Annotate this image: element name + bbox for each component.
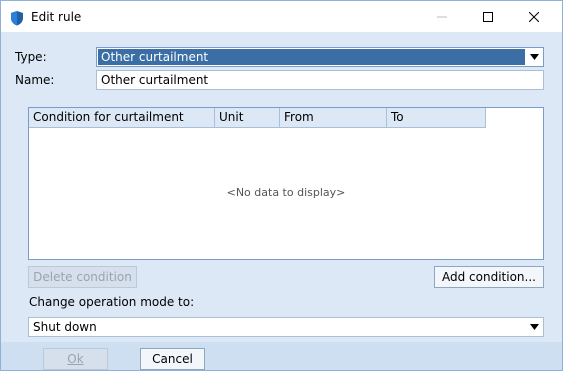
column-header-condition[interactable]: Condition for curtailment	[29, 108, 215, 127]
delete-condition-button[interactable]: Delete condition	[28, 266, 137, 288]
edit-rule-dialog: Edit rule Type: Other curtailment Name:	[0, 0, 563, 371]
chevron-down-icon	[530, 324, 539, 330]
close-button[interactable]	[511, 1, 557, 32]
conditions-grid[interactable]: Condition for curtailment Unit From To <…	[28, 107, 544, 260]
grid-header: Condition for curtailment Unit From To	[29, 108, 486, 128]
ok-button[interactable]: Ok	[43, 348, 108, 370]
window-title: Edit rule	[31, 10, 82, 24]
cancel-button[interactable]: Cancel	[140, 348, 205, 370]
maximize-icon	[483, 11, 493, 22]
app-icon	[9, 10, 25, 26]
chevron-down-icon	[530, 54, 539, 60]
operation-mode-dropdown-button[interactable]	[527, 319, 542, 335]
name-label: Name:	[15, 73, 55, 87]
minimize-icon	[437, 16, 447, 17]
operation-mode-label: Change operation mode to:	[29, 295, 195, 309]
operation-mode-dropdown[interactable]: Shut down	[28, 317, 544, 337]
close-icon	[529, 11, 539, 22]
column-header-unit[interactable]: Unit	[215, 108, 280, 127]
column-header-to[interactable]: To	[387, 108, 486, 127]
type-dropdown[interactable]: Other curtailment	[96, 47, 544, 67]
empty-grid-message: <No data to display>	[226, 186, 346, 199]
name-input[interactable]: Other curtailment	[96, 70, 544, 90]
maximize-button[interactable]	[465, 1, 511, 32]
add-condition-button[interactable]: Add condition...	[434, 266, 544, 288]
type-dropdown-button[interactable]	[527, 49, 542, 65]
minimize-button[interactable]	[419, 1, 465, 32]
type-label: Type:	[15, 50, 47, 64]
column-header-from[interactable]: From	[280, 108, 387, 127]
type-selected-value: Other curtailment	[98, 49, 525, 65]
operation-mode-value: Shut down	[33, 320, 97, 334]
title-bar: Edit rule	[1, 1, 562, 32]
